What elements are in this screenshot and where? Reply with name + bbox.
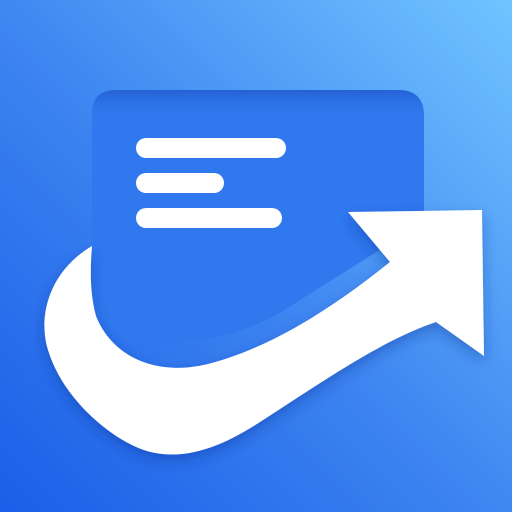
text-line-2 bbox=[136, 173, 224, 193]
app-icon bbox=[0, 0, 512, 512]
document-share-arrow-icon bbox=[0, 0, 512, 512]
text-line-3 bbox=[136, 208, 282, 228]
text-line-1 bbox=[136, 138, 286, 158]
